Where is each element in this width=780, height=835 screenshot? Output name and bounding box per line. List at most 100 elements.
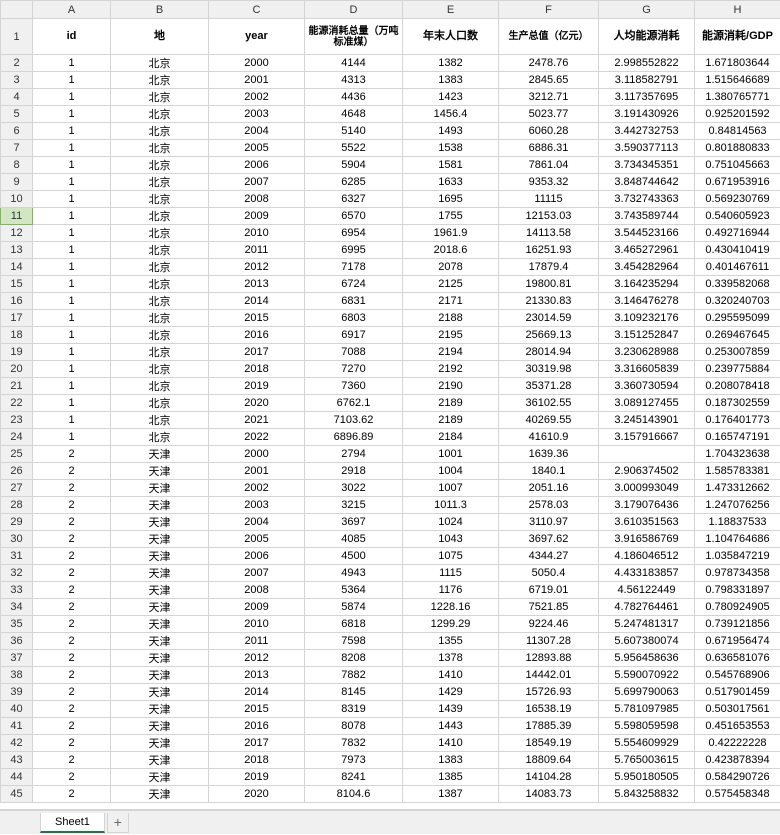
cell[interactable]: 1004 — [403, 463, 499, 480]
row-number[interactable]: 37 — [1, 650, 33, 667]
cell[interactable]: 6886.31 — [499, 140, 599, 157]
row-number[interactable]: 3 — [1, 72, 33, 89]
cell[interactable]: 0.569230769 — [695, 191, 780, 208]
row-number[interactable]: 44 — [1, 769, 33, 786]
cell[interactable]: 1.704323638 — [695, 446, 780, 463]
cell[interactable]: 0.295595099 — [695, 310, 780, 327]
cell[interactable]: 1 — [33, 412, 111, 429]
cell[interactable]: 北京 — [111, 259, 209, 276]
cell[interactable]: 0.671953916 — [695, 174, 780, 191]
cell[interactable]: 1176 — [403, 582, 499, 599]
cell[interactable]: 2188 — [403, 310, 499, 327]
cell[interactable]: 4.56122449 — [599, 582, 695, 599]
cell[interactable]: 2845.65 — [499, 72, 599, 89]
cell[interactable]: 5874 — [305, 599, 403, 616]
cell[interactable]: 16538.19 — [499, 701, 599, 718]
cell[interactable]: 天津 — [111, 446, 209, 463]
cell[interactable]: 23014.59 — [499, 310, 599, 327]
cell[interactable]: 1 — [33, 378, 111, 395]
cell[interactable]: 2018 — [209, 752, 305, 769]
cell[interactable]: 2020 — [209, 395, 305, 412]
cell[interactable]: 30319.98 — [499, 361, 599, 378]
row-number[interactable]: 6 — [1, 123, 33, 140]
row-number[interactable]: 18 — [1, 327, 33, 344]
cell[interactable]: 0.208078418 — [695, 378, 780, 395]
cell[interactable]: 0.339582068 — [695, 276, 780, 293]
cell[interactable]: 3.000993049 — [599, 480, 695, 497]
cell[interactable]: 11307.28 — [499, 633, 599, 650]
cell[interactable]: 3.191430926 — [599, 106, 695, 123]
cell[interactable]: 1 — [33, 106, 111, 123]
cell[interactable]: 6917 — [305, 327, 403, 344]
cell[interactable]: 2016 — [209, 327, 305, 344]
cell[interactable]: 1043 — [403, 531, 499, 548]
cell[interactable]: 2 — [33, 718, 111, 735]
cell[interactable]: 2002 — [209, 89, 305, 106]
cell[interactable]: 5.699790063 — [599, 684, 695, 701]
cell[interactable]: 8241 — [305, 769, 403, 786]
cell[interactable]: 40269.55 — [499, 412, 599, 429]
row-number[interactable]: 10 — [1, 191, 33, 208]
cell[interactable]: 2 — [33, 582, 111, 599]
cell[interactable]: 北京 — [111, 293, 209, 310]
cell[interactable]: 0.636581076 — [695, 650, 780, 667]
cell[interactable]: 2022 — [209, 429, 305, 446]
row-number[interactable]: 15 — [1, 276, 33, 293]
cell[interactable]: 1007 — [403, 480, 499, 497]
cell[interactable]: 北京 — [111, 378, 209, 395]
row-number[interactable]: 45 — [1, 786, 33, 803]
cell[interactable]: 2 — [33, 650, 111, 667]
cell[interactable]: 2078 — [403, 259, 499, 276]
cell[interactable]: 天津 — [111, 480, 209, 497]
cell[interactable]: 6285 — [305, 174, 403, 191]
cell[interactable]: 2 — [33, 463, 111, 480]
cell[interactable]: 2015 — [209, 310, 305, 327]
cell[interactable]: 1 — [33, 174, 111, 191]
cell[interactable]: 2 — [33, 565, 111, 582]
cell[interactable]: 5023.77 — [499, 106, 599, 123]
cell[interactable]: 4344.27 — [499, 548, 599, 565]
cell[interactable]: 1 — [33, 429, 111, 446]
cell[interactable]: 5522 — [305, 140, 403, 157]
select-all-corner[interactable] — [1, 1, 33, 19]
cell[interactable]: 天津 — [111, 463, 209, 480]
cell[interactable]: 1299.29 — [403, 616, 499, 633]
cell[interactable]: 2002 — [209, 480, 305, 497]
cell[interactable]: 北京 — [111, 310, 209, 327]
cell[interactable]: 1 — [33, 344, 111, 361]
cell[interactable]: 0.165747191 — [695, 429, 780, 446]
row-number[interactable]: 39 — [1, 684, 33, 701]
cell[interactable]: 天津 — [111, 752, 209, 769]
cell[interactable]: 1 — [33, 242, 111, 259]
row-number[interactable]: 7 — [1, 140, 33, 157]
row-number[interactable]: 13 — [1, 242, 33, 259]
cell[interactable]: 35371.28 — [499, 378, 599, 395]
cell[interactable]: 2 — [33, 514, 111, 531]
cell[interactable]: 2001 — [209, 72, 305, 89]
cell[interactable]: 1493 — [403, 123, 499, 140]
cell[interactable]: 4.782764461 — [599, 599, 695, 616]
cell[interactable]: 2005 — [209, 140, 305, 157]
cell[interactable]: 7521.85 — [499, 599, 599, 616]
header-per-capita-energy[interactable]: 人均能源消耗 — [599, 19, 695, 55]
cell[interactable]: 0.780924905 — [695, 599, 780, 616]
cell[interactable]: 1429 — [403, 684, 499, 701]
cell[interactable]: 1.18837533 — [695, 514, 780, 531]
cell[interactable]: 1538 — [403, 140, 499, 157]
cell[interactable]: 3.743589744 — [599, 208, 695, 225]
cell[interactable]: 16251.93 — [499, 242, 599, 259]
cell[interactable]: 0.517901459 — [695, 684, 780, 701]
cell[interactable]: 2021 — [209, 412, 305, 429]
cell[interactable]: 4500 — [305, 548, 403, 565]
cell[interactable]: 0.739121856 — [695, 616, 780, 633]
cell[interactable]: 天津 — [111, 565, 209, 582]
cell[interactable]: 3.089127455 — [599, 395, 695, 412]
cell[interactable]: 1 — [33, 140, 111, 157]
header-id[interactable]: id — [33, 19, 111, 55]
cell[interactable]: 6995 — [305, 242, 403, 259]
cell[interactable]: 3.230628988 — [599, 344, 695, 361]
cell[interactable]: 1001 — [403, 446, 499, 463]
row-number[interactable]: 35 — [1, 616, 33, 633]
cell[interactable]: 0.253007859 — [695, 344, 780, 361]
cell[interactable]: 2020 — [209, 786, 305, 803]
